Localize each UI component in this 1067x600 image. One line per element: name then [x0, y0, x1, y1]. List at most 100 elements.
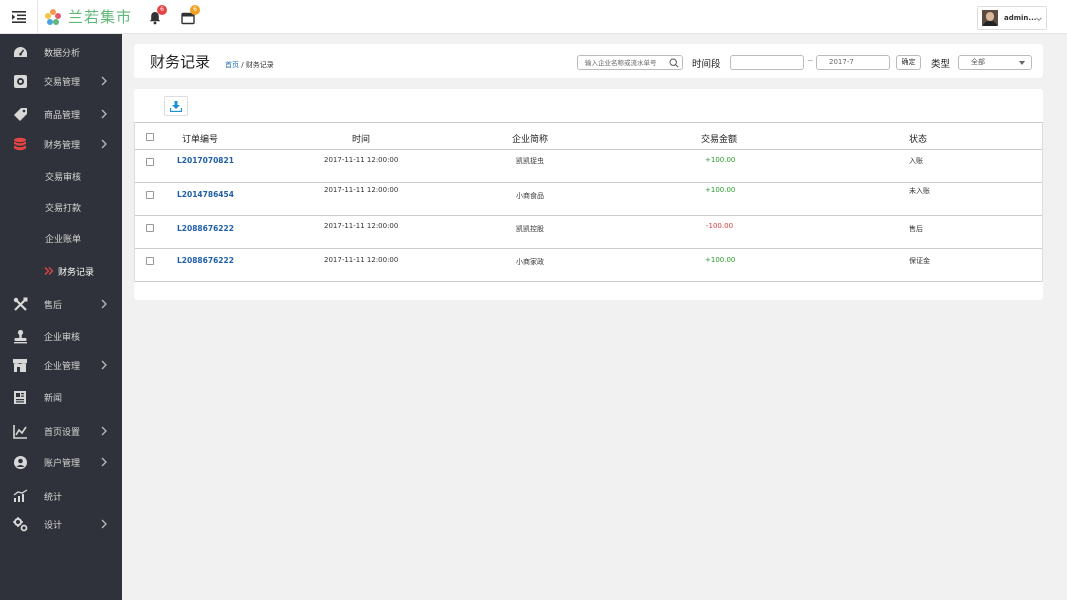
breadcrumb-separator: /: [239, 61, 246, 69]
calendar-button[interactable]: 6: [178, 5, 200, 26]
row-amount: -100.00: [706, 222, 734, 230]
sidebar-item-company-review[interactable]: 企业审核: [0, 321, 122, 351]
table-header: 订单编号 时间 企业简称 交易金额 状态: [135, 123, 1042, 150]
news-icon: [12, 389, 28, 405]
table-row: L2088676222 2017-11-11 12:00:00 小商家政 +10…: [135, 249, 1042, 282]
row-checkbox[interactable]: [146, 224, 154, 232]
breadcrumb-current: 财务记录: [245, 61, 274, 69]
row-company: 小商食品: [516, 192, 544, 200]
gears-icon: [12, 516, 28, 532]
row-company: 凯凯控股: [516, 225, 544, 233]
notification-badge: 6: [157, 5, 167, 15]
order-number-link[interactable]: L2014786454: [177, 190, 234, 199]
avatar: [982, 10, 998, 26]
row-time: 2017-11-11 12:00:00: [324, 256, 399, 264]
row-amount: +100.00: [705, 186, 736, 194]
sidebar-item-company-management[interactable]: 企业管理: [0, 350, 122, 380]
sidebar-item-products[interactable]: 商品管理: [0, 99, 122, 129]
row-checkbox[interactable]: [146, 257, 154, 265]
row-status: 售后: [909, 225, 923, 233]
chevron-right-icon: [101, 139, 107, 149]
logo[interactable]: 兰若集市: [44, 6, 132, 27]
sidebar-item-finance[interactable]: 财务管理: [0, 129, 122, 159]
sidebar-subitem-transaction-review[interactable]: 交易审核: [0, 161, 122, 191]
finance-records-table: 订单编号 时间 企业简称 交易金额 状态 L2017070821 2017-11…: [134, 122, 1043, 282]
order-number-link[interactable]: L2088676222: [177, 224, 234, 233]
database-icon: [12, 136, 28, 152]
date-to-input[interactable]: 2017-7: [816, 55, 890, 70]
chevron-right-icon: [101, 360, 107, 370]
column-header-time: 时间: [352, 135, 371, 145]
sidebar-subitem-transaction-payout[interactable]: 交易打款: [0, 192, 122, 222]
sidebar-item-transactions[interactable]: 交易管理: [0, 66, 122, 96]
transaction-icon: [12, 73, 28, 89]
sidebar-item-account-management[interactable]: 账户管理: [0, 447, 122, 477]
table-row: L2014786454 2017-11-11 12:00:00 小商食品 +10…: [135, 183, 1042, 216]
search-icon[interactable]: [669, 58, 679, 68]
chevron-right-icon: [101, 76, 107, 86]
stamp-icon: [12, 328, 28, 344]
page-title: 财务记录: [150, 53, 211, 71]
chevron-right-icon: [101, 109, 107, 119]
username: admin...: [1004, 14, 1037, 22]
type-select-value: 全部: [971, 58, 985, 66]
sidebar-item-after-sales[interactable]: 售后: [0, 289, 122, 319]
search-input[interactable]: [578, 56, 666, 69]
dashboard-icon: [12, 44, 28, 60]
sidebar-item-homepage-settings[interactable]: 首页设置: [0, 416, 122, 446]
sidebar-item-data-analysis[interactable]: 数据分析: [0, 37, 122, 67]
store-icon: [12, 357, 28, 373]
sidebar: 数据分析 交易管理 商品管理 财务管理 交易审核 交易打款 企业账单 财务记录: [0, 34, 122, 600]
row-status: 入账: [909, 157, 923, 165]
row-checkbox[interactable]: [146, 191, 154, 199]
type-label: 类型: [931, 59, 951, 70]
row-checkbox[interactable]: [146, 158, 154, 166]
tag-icon: [12, 106, 28, 122]
row-company: 凯凯捉虫: [516, 157, 544, 165]
logo-flower-icon: [45, 8, 61, 25]
table-row: L2088676222 2017-11-11 12:00:00 凯凯控股 -10…: [135, 216, 1042, 249]
breadcrumb-home-link[interactable]: 首页: [225, 61, 239, 69]
date-from-input[interactable]: [730, 55, 804, 70]
menu-toggle-button[interactable]: [0, 0, 38, 34]
row-amount: +100.00: [705, 156, 736, 164]
double-chevron-right-icon: [44, 267, 54, 275]
row-amount: +100.00: [705, 256, 736, 264]
search-box: [577, 55, 683, 70]
confirm-button[interactable]: 确定: [896, 55, 921, 70]
caret-down-icon: [1019, 61, 1025, 65]
sidebar-item-statistics[interactable]: 统计: [0, 481, 122, 511]
calendar-badge: 6: [190, 5, 200, 15]
order-number-link[interactable]: L2088676222: [177, 256, 234, 265]
row-time: 2017-11-11 12:00:00: [324, 156, 399, 164]
notification-bell-button[interactable]: 6: [145, 5, 167, 26]
row-time: 2017-11-11 12:00:00: [324, 186, 399, 194]
row-time: 2017-11-11 12:00:00: [324, 222, 399, 230]
chevron-right-icon: [101, 426, 107, 436]
sidebar-subitem-finance-records[interactable]: 财务记录: [0, 256, 122, 286]
tools-icon: [12, 296, 28, 312]
column-header-amount: 交易金额: [701, 135, 738, 145]
type-select[interactable]: 全部: [958, 55, 1032, 70]
row-company: 小商家政: [516, 258, 544, 266]
user-menu[interactable]: admin...: [977, 6, 1047, 30]
chart-settings-icon: [12, 423, 28, 439]
download-button[interactable]: [164, 96, 188, 116]
column-header-order-no: 订单编号: [182, 135, 219, 145]
breadcrumb: 首页 / 财务记录: [225, 60, 274, 70]
chevron-right-icon: [101, 457, 107, 467]
row-status: 未入账: [909, 187, 930, 195]
column-header-company: 企业简称: [512, 135, 549, 145]
time-range-label: 时间段: [692, 59, 721, 70]
sidebar-subitem-company-bills[interactable]: 企业账单: [0, 223, 122, 253]
sidebar-item-news[interactable]: 新闻: [0, 382, 122, 412]
sidebar-item-design[interactable]: 设计: [0, 509, 122, 539]
select-all-checkbox[interactable]: [146, 133, 154, 141]
download-icon: [170, 100, 182, 112]
row-status: 保证金: [909, 257, 930, 265]
order-number-link[interactable]: L2017070821: [177, 156, 234, 165]
user-circle-icon: [12, 454, 28, 470]
chevron-right-icon: [101, 299, 107, 309]
logo-text: 兰若集市: [68, 8, 133, 26]
stats-icon: [12, 488, 28, 504]
